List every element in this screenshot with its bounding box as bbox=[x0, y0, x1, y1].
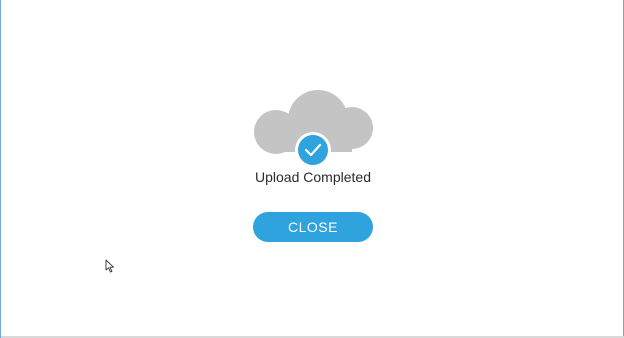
mouse-cursor-icon bbox=[105, 259, 115, 273]
cloud-check-icon bbox=[252, 90, 374, 168]
upload-status-text: Upload Completed bbox=[255, 169, 371, 185]
close-button[interactable]: CLOSE bbox=[253, 212, 373, 242]
upload-dialog: Upload Completed CLOSE bbox=[0, 0, 624, 338]
